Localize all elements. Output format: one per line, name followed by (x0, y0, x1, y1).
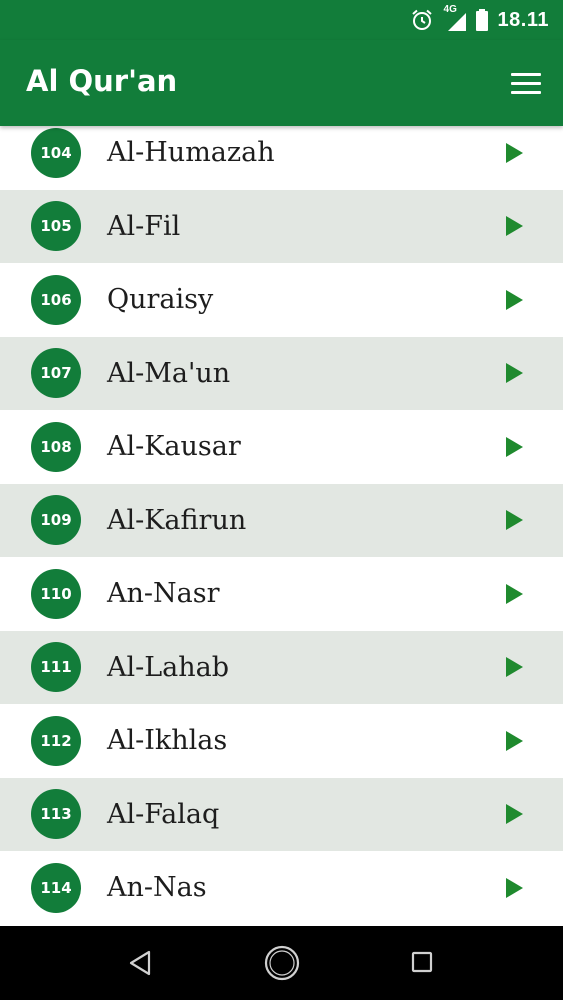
surah-row[interactable]: 113 Al-Falaq (0, 777, 563, 851)
app-title: Al Qur'an (26, 64, 178, 98)
status-bar: 4G 18.11 (0, 0, 563, 40)
app-bar: Al Qur'an (0, 40, 563, 126)
play-icon[interactable] (506, 510, 523, 530)
play-icon[interactable] (506, 804, 523, 824)
play-icon[interactable] (506, 289, 523, 310)
surah-list: 104 Al-Humazah 105 Al-Fil 106 Quraisy 10… (0, 116, 563, 926)
recents-icon[interactable] (411, 951, 433, 973)
surah-row[interactable]: 109 Al-Kafirun (0, 483, 563, 557)
surah-row[interactable]: 110 An-Nasr (0, 557, 563, 630)
surah-number-badge: 113 (31, 789, 81, 839)
surah-number-badge: 107 (31, 348, 81, 398)
surah-number-badge: 108 (31, 421, 81, 472)
surah-number-badge: 111 (31, 642, 81, 692)
surah-name: Al-Fil (107, 210, 181, 242)
surah-number-badge: 109 (31, 495, 81, 545)
surah-name: Al-Humazah (107, 137, 275, 168)
surah-name: Quraisy (107, 284, 214, 315)
surah-name: Al-Lahab (107, 651, 230, 683)
surah-name: Al-Falaq (107, 798, 220, 830)
surah-row[interactable]: 111 Al-Lahab (0, 630, 563, 704)
surah-row[interactable]: 104 Al-Humazah (0, 116, 563, 189)
surah-row[interactable]: 108 Al-Kausar (0, 410, 563, 483)
status-icons: 4G 18.11 (410, 4, 549, 34)
play-icon[interactable] (506, 877, 523, 898)
play-icon[interactable] (506, 436, 523, 457)
battery-icon (475, 9, 488, 31)
menu-line (511, 81, 541, 85)
signal-icon: 4G (444, 4, 466, 31)
play-icon[interactable] (506, 142, 523, 163)
navigation-bar (0, 926, 563, 1000)
play-icon[interactable] (506, 657, 523, 677)
play-icon[interactable] (506, 583, 523, 604)
surah-number-badge: 105 (31, 201, 81, 251)
surah-number-badge: 112 (31, 715, 81, 766)
surah-number-badge: 114 (31, 862, 81, 913)
status-time: 18.11 (497, 8, 549, 31)
surah-row[interactable]: 112 Al-Ikhlas (0, 704, 563, 777)
play-icon[interactable] (506, 216, 523, 236)
surah-name: An-Nas (107, 872, 207, 903)
surah-number-badge: 106 (31, 274, 81, 325)
play-icon[interactable] (506, 730, 523, 751)
menu-line (511, 90, 541, 94)
surah-name: Al-Kausar (107, 431, 241, 462)
play-icon[interactable] (506, 363, 523, 383)
alarm-icon (411, 9, 432, 30)
surah-name: Al-Ikhlas (107, 725, 228, 756)
surah-row[interactable]: 107 Al-Ma'un (0, 336, 563, 410)
hamburger-menu-icon[interactable] (507, 64, 545, 102)
surah-number-badge: 104 (31, 127, 81, 178)
home-icon[interactable] (263, 944, 301, 982)
surah-row[interactable]: 106 Quraisy (0, 263, 563, 336)
surah-row[interactable]: 114 An-Nas (0, 851, 563, 924)
surah-name: Al-Ma'un (107, 357, 231, 389)
menu-line (511, 72, 541, 76)
surah-name: An-Nasr (107, 578, 220, 609)
surah-number-badge: 110 (31, 568, 81, 619)
surah-name: Al-Kafirun (107, 504, 247, 536)
surah-row[interactable]: 105 Al-Fil (0, 189, 563, 263)
back-icon[interactable] (128, 950, 152, 976)
